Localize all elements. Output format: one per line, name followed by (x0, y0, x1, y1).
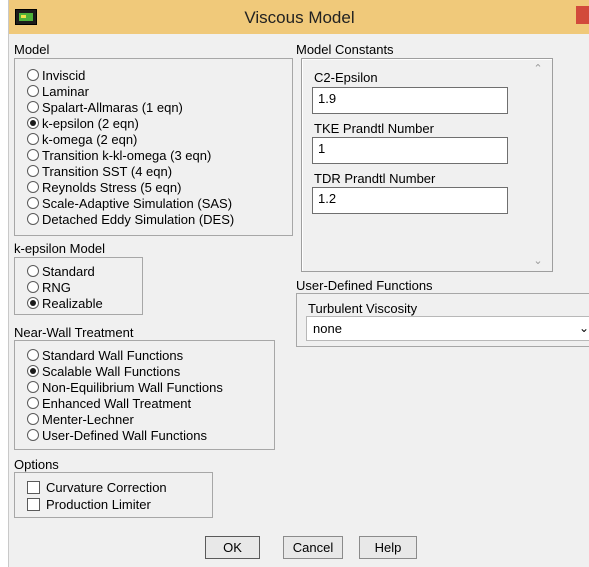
turbulent-viscosity-select[interactable]: none ⌄ (306, 316, 589, 341)
model-group: Inviscid Laminar Spalart-Allmaras (1 eqn… (14, 58, 293, 236)
tdr-prandtl-input[interactable]: 1.2 (312, 187, 508, 214)
radio-rng[interactable]: RNG (27, 279, 71, 295)
scroll-down-icon[interactable]: ⌄ (531, 254, 545, 267)
radio-des[interactable]: Detached Eddy Simulation (DES) (27, 211, 234, 227)
radio-label: Laminar (42, 83, 89, 99)
radio-indicator (27, 165, 39, 177)
tke-prandtl-input[interactable]: 1 (312, 137, 508, 164)
radio-label: Menter-Lechner (42, 411, 134, 427)
radio-indicator (27, 181, 39, 193)
radio-menter-lechner[interactable]: Menter-Lechner (27, 411, 134, 427)
model-group-label: Model (14, 42, 50, 57)
radio-label: Standard (42, 263, 95, 279)
radio-k-epsilon[interactable]: k-epsilon (2 eqn) (27, 115, 139, 131)
radio-laminar[interactable]: Laminar (27, 83, 89, 99)
radio-indicator (27, 281, 39, 293)
ok-button[interactable]: OK (205, 536, 260, 559)
radio-indicator (27, 85, 39, 97)
radio-transition-sst[interactable]: Transition SST (4 eqn) (27, 163, 172, 179)
radio-label: Non-Equilibrium Wall Functions (42, 379, 223, 395)
model-constants-label: Model Constants (296, 42, 394, 57)
options-group: Curvature Correction Production Limiter (14, 472, 213, 518)
radio-label: k-epsilon (2 eqn) (42, 115, 139, 131)
scroll-up-icon[interactable]: ⌃ (531, 62, 545, 75)
chevron-down-icon: ⌄ (578, 321, 589, 335)
radio-indicator (27, 429, 39, 441)
radio-standard[interactable]: Standard (27, 263, 95, 279)
radio-label: Reynolds Stress (5 eqn) (42, 179, 182, 195)
radio-indicator (27, 397, 39, 409)
help-button[interactable]: Help (359, 536, 417, 559)
checkbox-label: Curvature Correction (46, 479, 167, 495)
turbulent-viscosity-label: Turbulent Viscosity (308, 301, 418, 316)
radio-label: Spalart-Allmaras (1 eqn) (42, 99, 183, 115)
radio-label: Enhanced Wall Treatment (42, 395, 192, 411)
window-title: Viscous Model (244, 8, 355, 27)
radio-label: Scale-Adaptive Simulation (SAS) (42, 195, 233, 211)
tke-prandtl-label: TKE Prandtl Number (314, 121, 434, 136)
radio-label: RNG (42, 279, 71, 295)
checkbox-box (27, 497, 40, 511)
radio-indicator-selected (27, 365, 39, 377)
radio-label: Inviscid (42, 67, 86, 83)
radio-indicator (27, 101, 39, 113)
radio-indicator-selected (27, 297, 39, 309)
model-constants-list[interactable]: C2-Epsilon 1.9 TKE Prandtl Number 1 TDR … (301, 58, 553, 272)
radio-indicator (27, 133, 39, 145)
select-value: none (313, 321, 342, 336)
checkbox-label: Production Limiter (46, 496, 151, 512)
radio-indicator (27, 265, 39, 277)
radio-indicator-selected (27, 117, 39, 129)
radio-indicator (27, 349, 39, 361)
radio-indicator (27, 149, 39, 161)
radio-label: Transition SST (4 eqn) (42, 163, 173, 179)
radio-label: Detached Eddy Simulation (DES) (42, 211, 235, 227)
radio-enhanced-wall-treatment[interactable]: Enhanced Wall Treatment (27, 395, 191, 411)
nearwall-group: Standard Wall Functions Scalable Wall Fu… (14, 340, 275, 450)
radio-non-equilibrium-wall-functions[interactable]: Non-Equilibrium Wall Functions (27, 379, 223, 395)
kepsilon-group: Standard RNG Realizable (14, 257, 143, 315)
radio-scalable-wall-functions[interactable]: Scalable Wall Functions (27, 363, 180, 379)
radio-label: Standard Wall Functions (42, 347, 184, 363)
c2-epsilon-label: C2-Epsilon (314, 70, 378, 85)
curvature-correction-checkbox[interactable]: Curvature Correction (27, 479, 167, 495)
kepsilon-group-label: k-epsilon Model (14, 241, 106, 256)
production-limiter-checkbox[interactable]: Production Limiter (27, 496, 151, 512)
checkbox-box (27, 480, 40, 494)
radio-indicator (27, 213, 39, 225)
cancel-button[interactable]: Cancel (283, 536, 343, 559)
radio-indicator (27, 413, 39, 425)
radio-indicator (27, 381, 39, 393)
radio-indicator (27, 69, 39, 81)
radio-inviscid[interactable]: Inviscid (27, 67, 85, 83)
radio-realizable[interactable]: Realizable (27, 295, 103, 311)
radio-label: User-Defined Wall Functions (42, 427, 207, 443)
radio-k-omega[interactable]: k-omega (2 eqn) (27, 131, 137, 147)
viscous-model-dialog: Viscous Model Model Inviscid Laminar Spa… (8, 0, 589, 567)
radio-label: Realizable (42, 295, 103, 311)
radio-reynolds-stress[interactable]: Reynolds Stress (5 eqn) (27, 179, 181, 195)
nearwall-group-label: Near-Wall Treatment (14, 325, 134, 340)
close-button[interactable] (576, 6, 589, 24)
radio-label: k-omega (2 eqn) (42, 131, 138, 147)
tdr-prandtl-label: TDR Prandtl Number (314, 171, 436, 186)
options-group-label: Options (14, 457, 59, 472)
udf-label: User-Defined Functions (296, 278, 433, 293)
title-bar[interactable]: Viscous Model (9, 0, 589, 34)
radio-label: Scalable Wall Functions (42, 363, 181, 379)
radio-label: Transition k-kl-omega (3 eqn) (42, 147, 212, 163)
radio-indicator (27, 197, 39, 209)
radio-sas[interactable]: Scale-Adaptive Simulation (SAS) (27, 195, 232, 211)
c2-epsilon-input[interactable]: 1.9 (312, 87, 508, 114)
radio-transition-kkl-omega[interactable]: Transition k-kl-omega (3 eqn) (27, 147, 211, 163)
radio-standard-wall-functions[interactable]: Standard Wall Functions (27, 347, 183, 363)
radio-spalart-allmaras[interactable]: Spalart-Allmaras (1 eqn) (27, 99, 183, 115)
radio-user-defined-wall-functions[interactable]: User-Defined Wall Functions (27, 427, 207, 443)
